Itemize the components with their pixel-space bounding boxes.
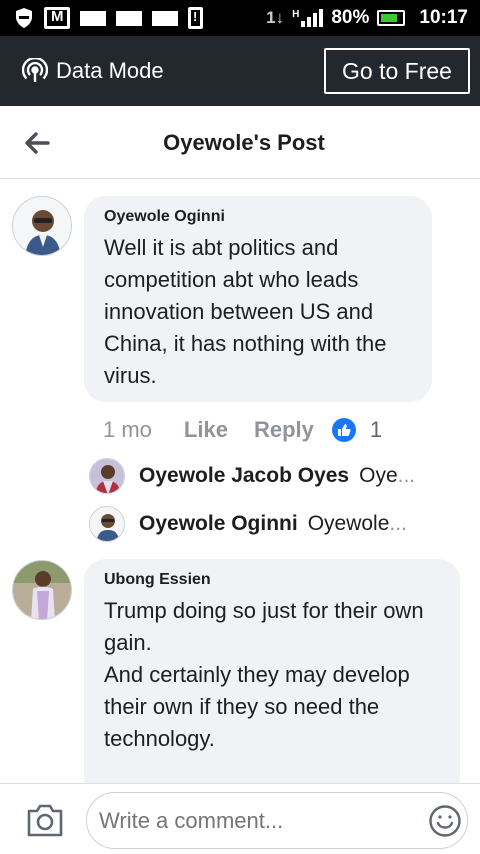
emoji-icon[interactable] (428, 804, 462, 838)
data-mode-label: Data Mode (56, 58, 164, 83)
avatar[interactable] (89, 458, 125, 494)
reply-preview: Oye (359, 464, 398, 487)
profile-photo (13, 561, 71, 619)
reply-ellipsis: ... (389, 512, 407, 535)
avatar[interactable] (12, 196, 72, 256)
reply-item[interactable]: Oyewole Jacob Oyes Oye... (89, 456, 415, 496)
comment-author[interactable]: Ubong Essien (104, 571, 440, 589)
email-icon (44, 7, 70, 29)
notification-icon (116, 10, 142, 26)
comment-author[interactable]: Oyewole Oginni (104, 208, 412, 226)
network-type: H (292, 9, 300, 20)
shield-icon (16, 8, 32, 28)
avatar[interactable] (89, 506, 125, 542)
comment-bubble[interactable]: Oyewole Oginni Well it is abt politics a… (84, 196, 432, 402)
avatar[interactable] (12, 560, 72, 620)
comment-actions: 1 mo Like Reply 1 (103, 414, 382, 446)
comment-timestamp[interactable]: 1 mo (103, 417, 152, 443)
page-title: Oyewole's Post (163, 130, 325, 155)
camera-icon[interactable] (26, 802, 64, 838)
reaction-count[interactable]: 1 (370, 417, 382, 443)
notification-icon (80, 10, 106, 26)
comment-composer (0, 783, 480, 854)
phone-alert-icon (188, 7, 203, 29)
notification-icon (152, 10, 178, 26)
comment-text: Trump doing so just for their own gain. … (104, 598, 424, 751)
reply-item[interactable]: Oyewole Oginni Oyewole... (89, 504, 407, 544)
battery-icon (377, 10, 406, 26)
comment-input[interactable] (86, 792, 468, 849)
clock: 10:17 (419, 7, 468, 28)
post-header: Oyewole's Post (0, 106, 480, 179)
signal-icon: H (292, 9, 324, 27)
profile-photo (90, 507, 124, 541)
data-mode-bar: Data Mode Go to Free (0, 36, 480, 106)
reply-author[interactable]: Oyewole Oginni (139, 512, 298, 536)
broadcast-icon (22, 58, 48, 82)
notification-icons (14, 6, 203, 30)
like-button[interactable]: Like (184, 417, 228, 443)
go-to-free-button[interactable]: Go to Free (324, 48, 470, 94)
battery-percent: 80% (331, 7, 370, 28)
comment-bubble[interactable]: Ubong Essien Trump doing so just for the… (84, 559, 460, 799)
comment-text: Well it is abt politics and competition … (104, 235, 387, 388)
reply-author[interactable]: Oyewole Jacob Oyes (139, 464, 349, 488)
status-bar: 1↓ H 80% 10:17 (0, 0, 480, 36)
thumbs-up-icon[interactable] (331, 418, 356, 442)
data-mode-indicator[interactable]: Data Mode (22, 36, 164, 106)
reply-button[interactable]: Reply (254, 417, 314, 443)
profile-photo (90, 459, 124, 493)
reply-ellipsis: ... (397, 464, 416, 487)
reply-preview: Oyewole (307, 512, 390, 535)
profile-photo (13, 197, 71, 255)
status-indicators: 1↓ H 80% 10:17 (266, 0, 468, 36)
data-transfer-icon: 1↓ (266, 8, 285, 27)
